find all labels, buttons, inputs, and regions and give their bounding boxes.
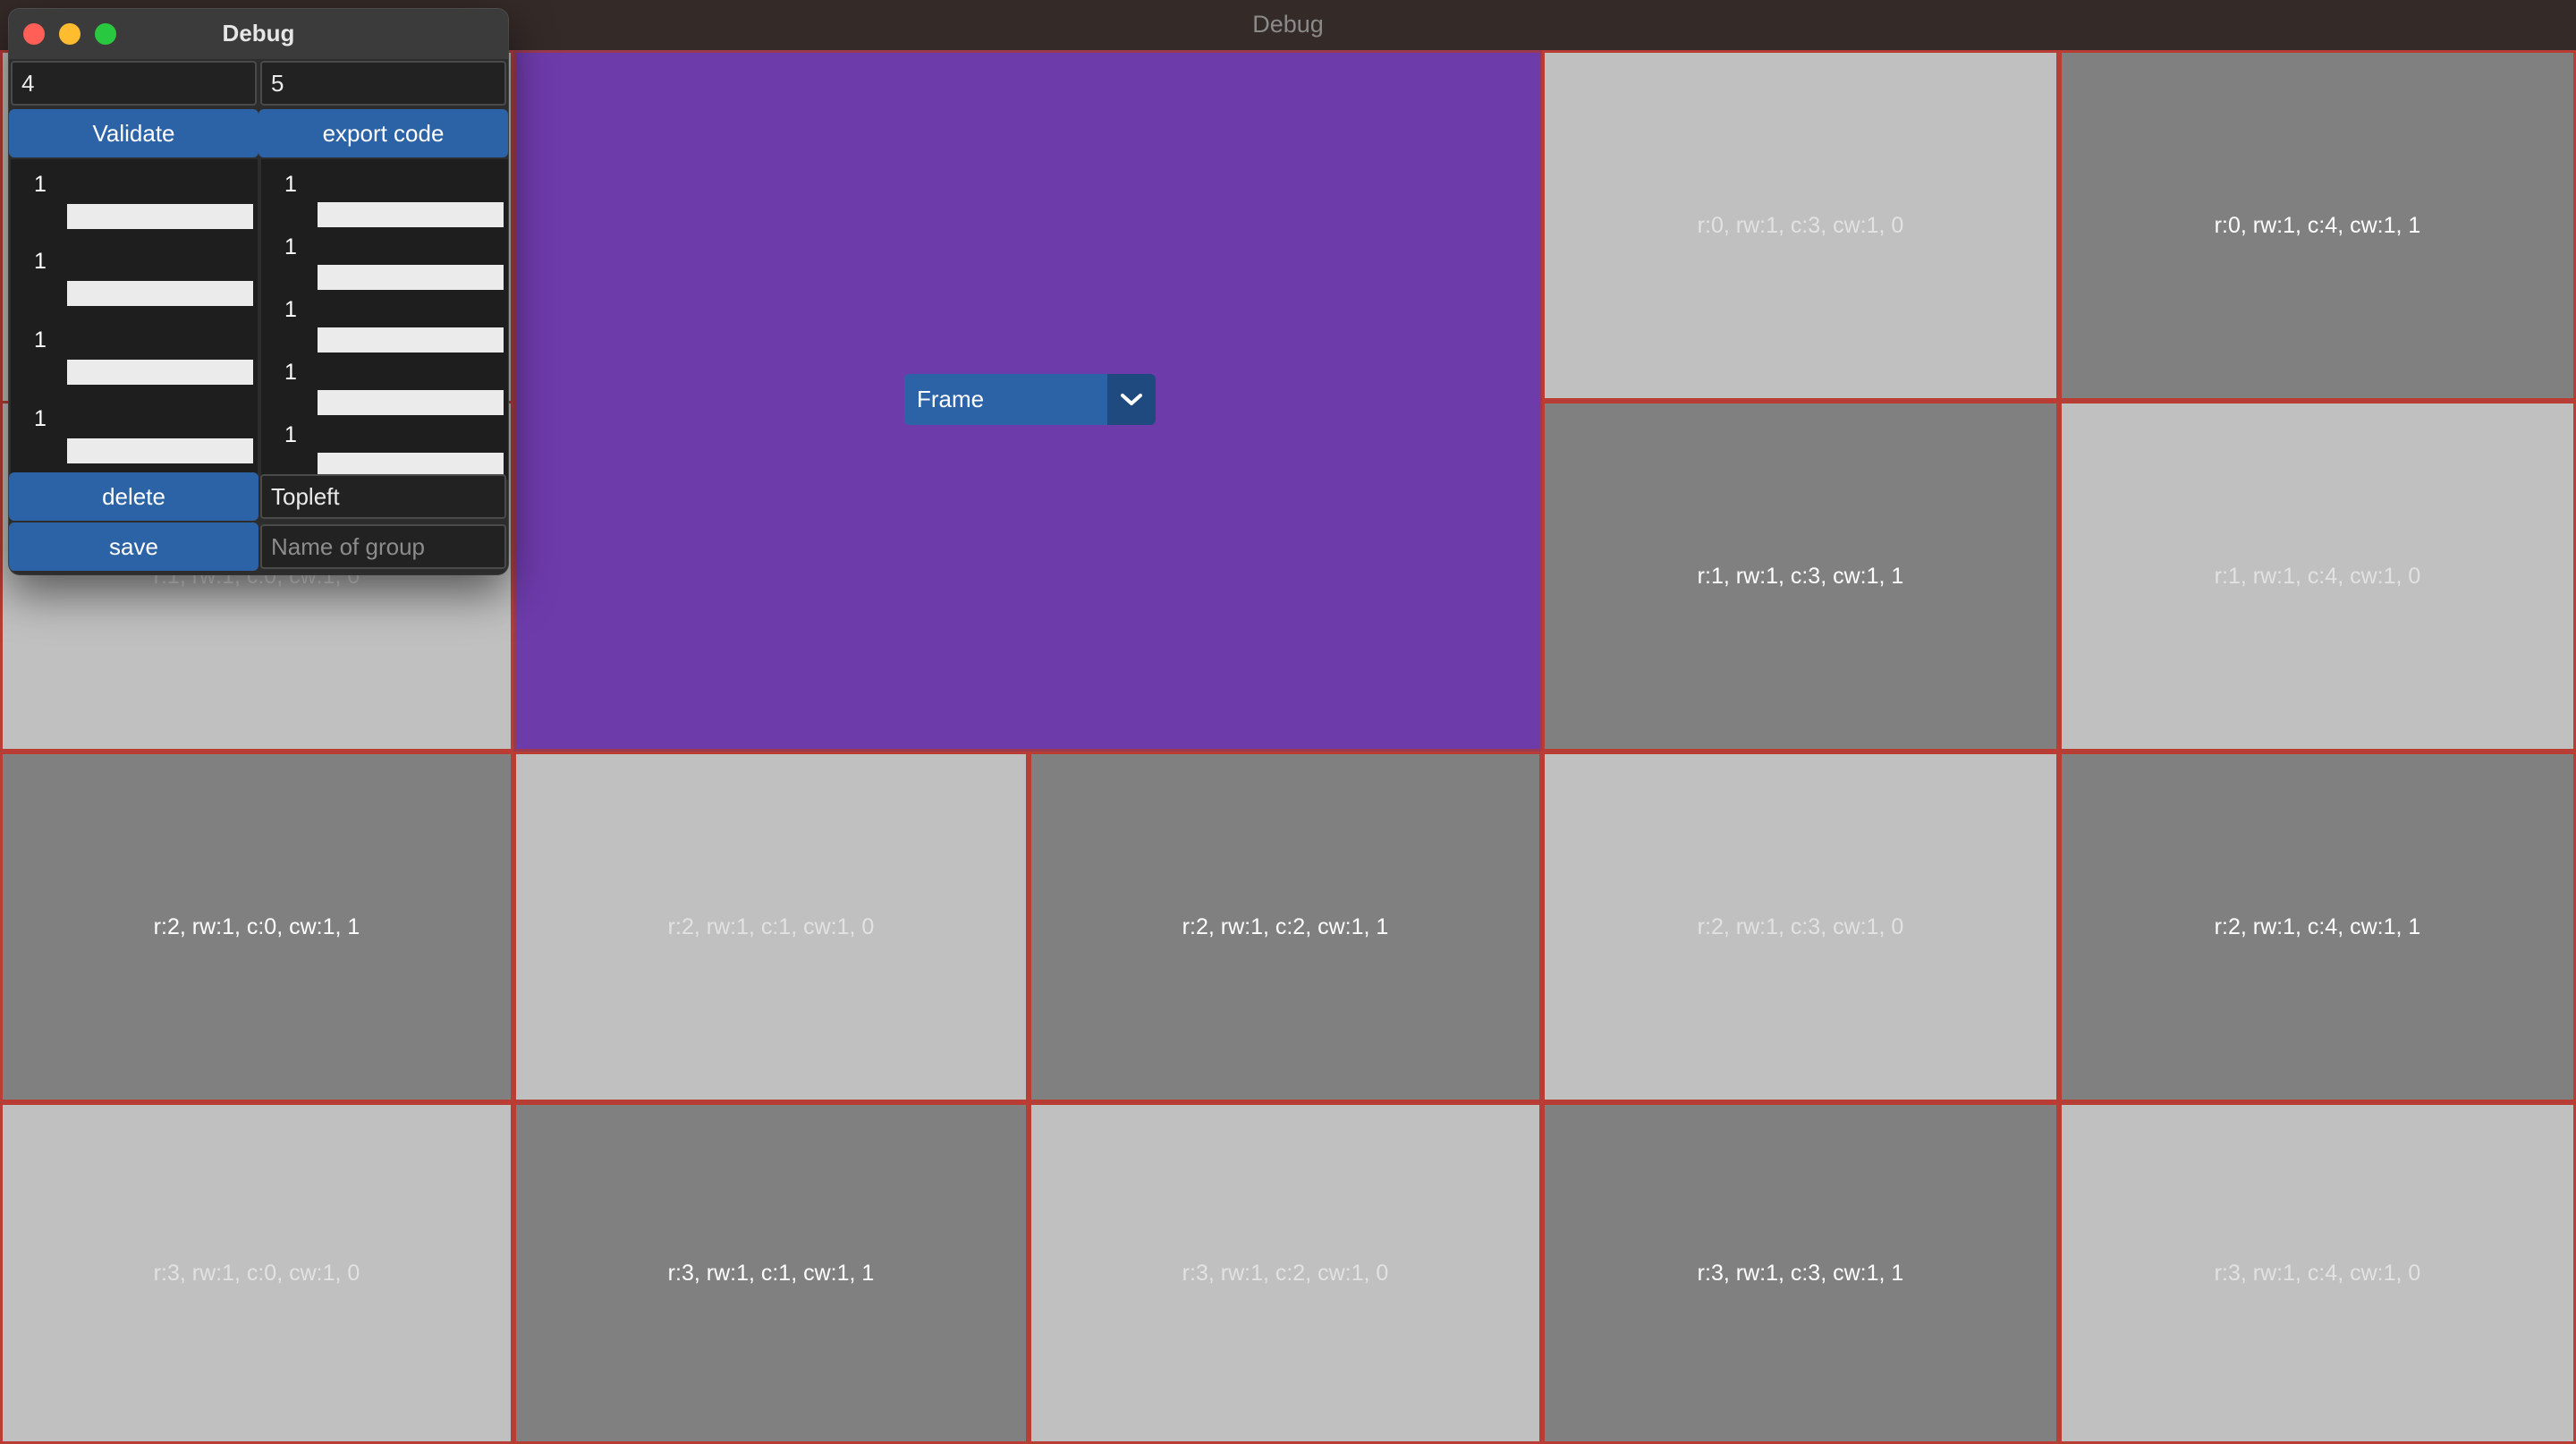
frame-type-select[interactable]: Frame bbox=[904, 374, 1156, 425]
column-weight-label: 1 bbox=[284, 234, 297, 259]
validate-button[interactable]: Validate bbox=[9, 109, 258, 157]
debug-window: Debug 4 5 Validate export code 1 1 1 1 1… bbox=[9, 9, 508, 574]
row-weight-label: 1 bbox=[34, 406, 47, 431]
grid-cell-label: r:3, rw:1, c:3, cw:1, 1 bbox=[1697, 1260, 1904, 1286]
column-weight-slider[interactable] bbox=[318, 202, 504, 227]
column-weight-label: 1 bbox=[284, 172, 297, 197]
column-weights-list[interactable]: 1 1 1 1 1 bbox=[261, 159, 508, 480]
column-weight-label: 1 bbox=[284, 297, 297, 322]
row-weights-list[interactable]: 1 1 1 1 bbox=[11, 159, 258, 480]
grid-cell-label: r:2, rw:1, c:3, cw:1, 0 bbox=[1697, 913, 1904, 939]
group-name-input[interactable]: Name of group bbox=[260, 524, 506, 569]
chevron-down-icon[interactable] bbox=[1107, 374, 1156, 425]
grid-cell-label: r:2, rw:1, c:1, cw:1, 0 bbox=[667, 913, 875, 939]
row-weight-slider[interactable] bbox=[67, 281, 253, 306]
grid-cell-label: r:2, rw:1, c:2, cw:1, 1 bbox=[1182, 913, 1389, 939]
grid-cell-label: r:2, rw:1, c:4, cw:1, 1 bbox=[2214, 913, 2421, 939]
minimize-window-icon[interactable] bbox=[59, 23, 80, 45]
grid-cell-r0c3[interactable]: r:0, rw:1, c:3, cw:1, 0 bbox=[1542, 50, 2059, 401]
grid-cell-r1c4[interactable]: r:1, rw:1, c:4, cw:1, 0 bbox=[2059, 401, 2576, 752]
row-weight-slider[interactable] bbox=[67, 204, 253, 229]
grid-cell-r0c4[interactable]: r:0, rw:1, c:4, cw:1, 1 bbox=[2059, 50, 2576, 401]
row-weight-slider[interactable] bbox=[67, 360, 253, 385]
grid-cell-label: r:0, rw:1, c:3, cw:1, 0 bbox=[1697, 212, 1904, 238]
columns-input[interactable]: 5 bbox=[260, 61, 506, 106]
grid-cell-label: r:2, rw:1, c:0, cw:1, 1 bbox=[153, 913, 360, 939]
grid-cell-r2c3[interactable]: r:2, rw:1, c:3, cw:1, 0 bbox=[1542, 752, 2059, 1102]
column-weight-label: 1 bbox=[284, 422, 297, 447]
grid-cell-label: r:3, rw:1, c:1, cw:1, 1 bbox=[667, 1260, 875, 1286]
grid-cell-r1c3[interactable]: r:1, rw:1, c:3, cw:1, 1 bbox=[1542, 401, 2059, 752]
column-weight-slider[interactable] bbox=[318, 390, 504, 415]
save-button[interactable]: save bbox=[9, 522, 258, 571]
rows-input[interactable]: 4 bbox=[11, 61, 257, 106]
grid-cell-r3c2[interactable]: r:3, rw:1, c:2, cw:1, 0 bbox=[1029, 1102, 1542, 1444]
row-weight-label: 1 bbox=[34, 172, 47, 197]
delete-button[interactable]: delete bbox=[9, 472, 258, 521]
row-weight-label: 1 bbox=[34, 327, 47, 353]
grid-cell-r2c1[interactable]: r:2, rw:1, c:1, cw:1, 0 bbox=[513, 752, 1029, 1102]
column-weight-slider[interactable] bbox=[318, 265, 504, 290]
row-weight-slider[interactable] bbox=[67, 438, 253, 463]
grid-cell-label: r:0, rw:1, c:4, cw:1, 1 bbox=[2214, 212, 2421, 238]
grid-cell-label: r:1, rw:1, c:3, cw:1, 1 bbox=[1697, 563, 1904, 589]
export-code-button[interactable]: export code bbox=[258, 109, 508, 157]
frame-type-value: Frame bbox=[917, 386, 985, 412]
grid-cell-r3c4[interactable]: r:3, rw:1, c:4, cw:1, 0 bbox=[2059, 1102, 2576, 1444]
maximize-window-icon[interactable] bbox=[95, 23, 116, 45]
grid-cell-label: r:3, rw:1, c:0, cw:1, 0 bbox=[153, 1260, 360, 1286]
anchor-input[interactable]: Topleft bbox=[260, 474, 506, 519]
row-weight-label: 1 bbox=[34, 249, 47, 274]
grid-cell-r3c3[interactable]: r:3, rw:1, c:3, cw:1, 1 bbox=[1542, 1102, 2059, 1444]
grid-cell-r2c0[interactable]: r:2, rw:1, c:0, cw:1, 1 bbox=[0, 752, 513, 1102]
grid-cell-r3c1[interactable]: r:3, rw:1, c:1, cw:1, 1 bbox=[513, 1102, 1029, 1444]
grid-cell-label: r:1, rw:1, c:4, cw:1, 0 bbox=[2214, 563, 2421, 589]
close-window-icon[interactable] bbox=[23, 23, 45, 45]
grid-cell-label: r:3, rw:1, c:4, cw:1, 0 bbox=[2214, 1260, 2421, 1286]
column-weight-label: 1 bbox=[284, 360, 297, 385]
grid-cell-r3c0[interactable]: r:3, rw:1, c:0, cw:1, 0 bbox=[0, 1102, 513, 1444]
grid-cell-r2c4[interactable]: r:2, rw:1, c:4, cw:1, 1 bbox=[2059, 752, 2576, 1102]
column-weight-slider[interactable] bbox=[318, 327, 504, 353]
grid-cell-r2c2[interactable]: r:2, rw:1, c:2, cw:1, 1 bbox=[1029, 752, 1542, 1102]
debug-window-title: Debug bbox=[9, 9, 508, 59]
grid-cell-label: r:3, rw:1, c:2, cw:1, 0 bbox=[1182, 1260, 1389, 1286]
